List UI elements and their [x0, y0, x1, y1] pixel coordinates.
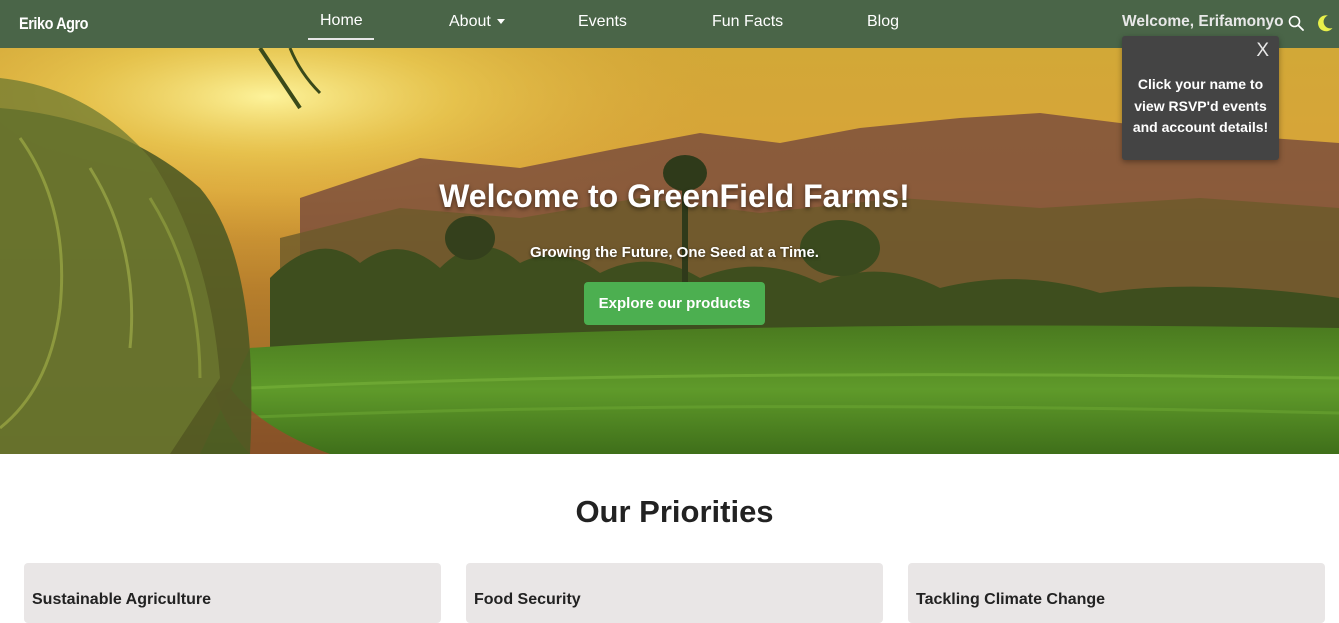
- search-icon[interactable]: [1288, 15, 1304, 31]
- priority-card-title: Sustainable Agriculture: [32, 591, 211, 608]
- priority-card-title: Tackling Climate Change: [916, 591, 1106, 608]
- nav-about[interactable]: About: [449, 13, 505, 31]
- hero-subtitle: Growing the Future, One Seed at a Time.: [530, 244, 819, 261]
- hero-title: Welcome to GreenField Farms!: [439, 178, 910, 214]
- nav-home[interactable]: Home: [320, 12, 363, 30]
- nav-events[interactable]: Events: [578, 13, 627, 31]
- priorities-heading: Our Priorities: [575, 494, 774, 529]
- account-tooltip: X Click your name to view RSVP'd events …: [1122, 36, 1279, 160]
- caret-down-icon: [496, 19, 505, 25]
- priority-card[interactable]: Sustainable Agriculture: [24, 563, 441, 623]
- nav-fun-facts[interactable]: Fun Facts: [712, 13, 783, 31]
- priority-card-title: Food Security: [474, 591, 581, 608]
- explore-products-button[interactable]: Explore our products: [584, 282, 765, 325]
- moon-icon[interactable]: [1316, 14, 1334, 32]
- nav-blog[interactable]: Blog: [867, 13, 899, 31]
- tooltip-close-button[interactable]: X: [1256, 40, 1269, 62]
- priority-card[interactable]: Food Security: [466, 563, 883, 623]
- brand-logo[interactable]: Eriko Agro: [19, 14, 89, 34]
- nav-about-label: About: [449, 13, 491, 30]
- active-nav-underline: [308, 38, 374, 40]
- user-welcome-link[interactable]: Welcome, Erifamonyo: [1122, 13, 1284, 31]
- tooltip-message: Click your name to view RSVP'd events an…: [1132, 76, 1269, 135]
- priority-card[interactable]: Tackling Climate Change: [908, 563, 1325, 623]
